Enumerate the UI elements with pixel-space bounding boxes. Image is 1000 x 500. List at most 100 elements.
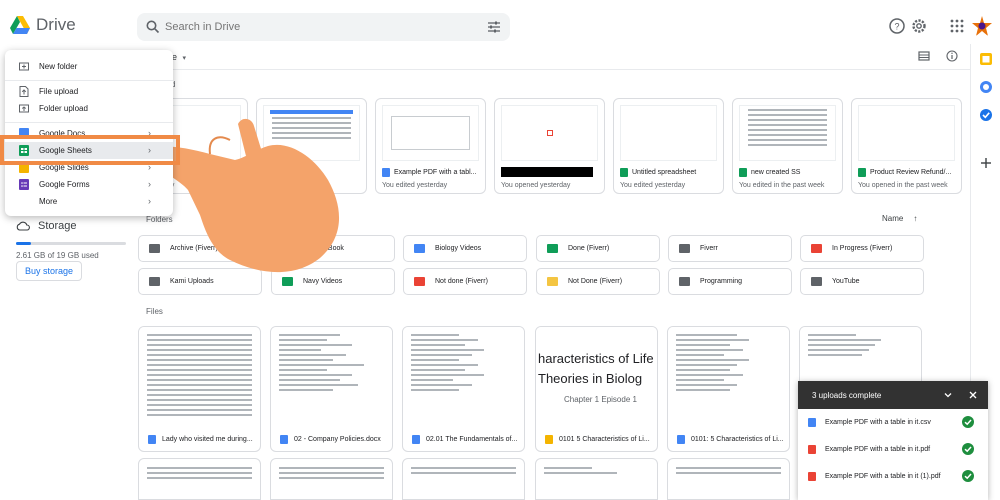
folder-item[interactable]: YouTube (800, 268, 924, 295)
folder-icon (414, 244, 425, 253)
menu-item-google-forms[interactable]: Google Forms › (5, 176, 173, 193)
drive-app: Drive ? (0, 0, 1000, 500)
folder-item[interactable]: Not Done (Fiverr) (536, 268, 660, 295)
file-name: 02.01 The Fundamentals of... (426, 436, 518, 443)
upload-item[interactable]: Example PDF with a table in it.pdf (798, 436, 988, 463)
breadcrumb-my-drive[interactable]: e ▾ (172, 52, 186, 62)
file-card[interactable] (667, 458, 790, 500)
sheets-file-icon (858, 168, 866, 177)
drive-logo-icon (10, 16, 30, 34)
drive-logo[interactable]: Drive (10, 15, 76, 35)
file-name: Untitled spreadsheet (632, 169, 697, 176)
quick-access-card[interactable]: Example PDF with a tabl... You edited ye… (375, 98, 486, 194)
file-card[interactable] (402, 458, 525, 500)
add-addon-icon[interactable] (979, 156, 993, 170)
file-thumbnail (382, 105, 479, 161)
search-input[interactable] (165, 17, 465, 37)
folder-name: Programming (700, 278, 743, 285)
slides-file-icon (545, 435, 553, 444)
folder-item[interactable]: Archive (Fiverr) (138, 235, 262, 262)
folder-icon (811, 244, 822, 253)
upload-item[interactable]: Example PDF with a table in it (1).pdf (798, 463, 988, 490)
pdf-file-icon (808, 472, 816, 481)
file-thumbnail (858, 105, 955, 161)
info-icon[interactable] (946, 50, 958, 62)
file-card[interactable]: 02.01 The Fundamentals of... (402, 326, 525, 452)
folder-icon (282, 244, 293, 253)
folder-name: Biology Videos (435, 245, 482, 252)
folder-item[interactable]: Kami Uploads (138, 268, 262, 295)
tasks-icon[interactable] (979, 108, 993, 122)
file-thumbnail: haracteristics of Life Theories in Biolo… (536, 327, 657, 423)
menu-item-more[interactable]: More › (5, 193, 173, 210)
folder-icon (811, 277, 822, 286)
calendar-icon[interactable] (979, 52, 993, 66)
file-activity: You opened yesterday (501, 182, 571, 189)
quick-access-card[interactable]: Untitled spreadsheet You edited yesterda… (613, 98, 724, 194)
chevron-down-icon[interactable] (943, 390, 953, 400)
quick-access-card[interactable]: You opened yesterday (494, 98, 605, 194)
menu-item-label: Google Forms (39, 180, 90, 189)
file-thumbnail (501, 105, 598, 161)
folder-icon (149, 244, 160, 253)
help-icon[interactable]: ? (888, 17, 906, 35)
buy-storage-button[interactable]: Buy storage (16, 261, 82, 281)
file-card[interactable]: 0101: 5 Characteristics of Li... (667, 326, 790, 452)
google-forms-icon (19, 179, 29, 190)
pdf-file-icon (808, 445, 816, 454)
storage-usage-text: 2.61 GB of 19 GB used (16, 251, 99, 260)
chevron-down-icon: ▾ (182, 55, 187, 62)
menu-divider (5, 80, 173, 81)
file-card[interactable] (138, 458, 261, 500)
folder-item[interactable]: Fiverr (668, 235, 792, 262)
folder-item[interactable]: Biology Videos (403, 235, 527, 262)
folder-item[interactable]: In Progress (Fiverr) (800, 235, 924, 262)
storage-nav-item[interactable]: Storage (16, 220, 126, 232)
close-icon[interactable] (968, 390, 978, 400)
new-item-menu: New folder File upload Folder upload Goo… (5, 50, 173, 216)
quick-access-card[interactable]: new created SS You edited in the past we… (732, 98, 843, 194)
svg-text:?: ? (894, 22, 899, 32)
check-circle-icon (962, 416, 974, 428)
file-card[interactable] (270, 458, 393, 500)
file-card[interactable]: 02 - Company Policies.docx (270, 326, 393, 452)
folder-item[interactable]: Navy Videos (271, 268, 395, 295)
file-thumbnail (668, 327, 789, 423)
keep-icon[interactable] (979, 80, 993, 94)
storage-label: Storage (38, 220, 77, 232)
folder-icon (547, 277, 558, 286)
storage-section: Storage 2.61 GB of 19 GB used (16, 220, 126, 260)
folder-item[interactable]: Programming (668, 268, 792, 295)
search-options-icon[interactable] (486, 19, 502, 35)
menu-item-file-upload[interactable]: File upload (5, 83, 173, 100)
folder-icon (679, 277, 690, 286)
file-name: Lady who visited me during... (162, 436, 253, 443)
file-thumbnail (403, 327, 524, 423)
folder-icon (547, 244, 558, 253)
list-view-icon[interactable] (918, 50, 930, 62)
search-bar[interactable] (137, 13, 510, 41)
redacted-file-name (501, 167, 593, 177)
search-icon[interactable] (145, 19, 161, 35)
quick-access-card[interactable]: Product Review Refund/... You opened in … (851, 98, 962, 194)
file-card[interactable]: Lady who visited me during... (138, 326, 261, 452)
upload-file-name: Example PDF with a table in it (1).pdf (825, 473, 941, 480)
menu-item-new-folder[interactable]: New folder (5, 58, 173, 75)
folder-icon (282, 277, 293, 286)
folder-item[interactable]: Biology Book (271, 235, 395, 262)
folder-name: In Progress (Fiverr) (832, 245, 893, 252)
settings-gear-icon[interactable] (910, 17, 928, 35)
apps-grid-icon[interactable] (948, 17, 966, 35)
file-card[interactable]: haracteristics of Life Theories in Biolo… (535, 326, 658, 452)
file-card[interactable] (535, 458, 658, 500)
sort-control[interactable]: Name ↑ (882, 214, 917, 223)
account-avatar[interactable] (971, 15, 993, 37)
folder-item[interactable]: Not done (Fiverr) (403, 268, 527, 295)
file-name: Example PDF with a tabl... (394, 169, 477, 176)
folder-item[interactable]: Done (Fiverr) (536, 235, 660, 262)
docs-file-icon (412, 435, 420, 444)
quick-access-card[interactable] (256, 98, 367, 194)
menu-item-folder-upload[interactable]: Folder upload (5, 100, 173, 117)
upload-item[interactable]: Example PDF with a table in it.csv (798, 409, 988, 436)
main-toolbar: e ▾ (137, 44, 970, 70)
